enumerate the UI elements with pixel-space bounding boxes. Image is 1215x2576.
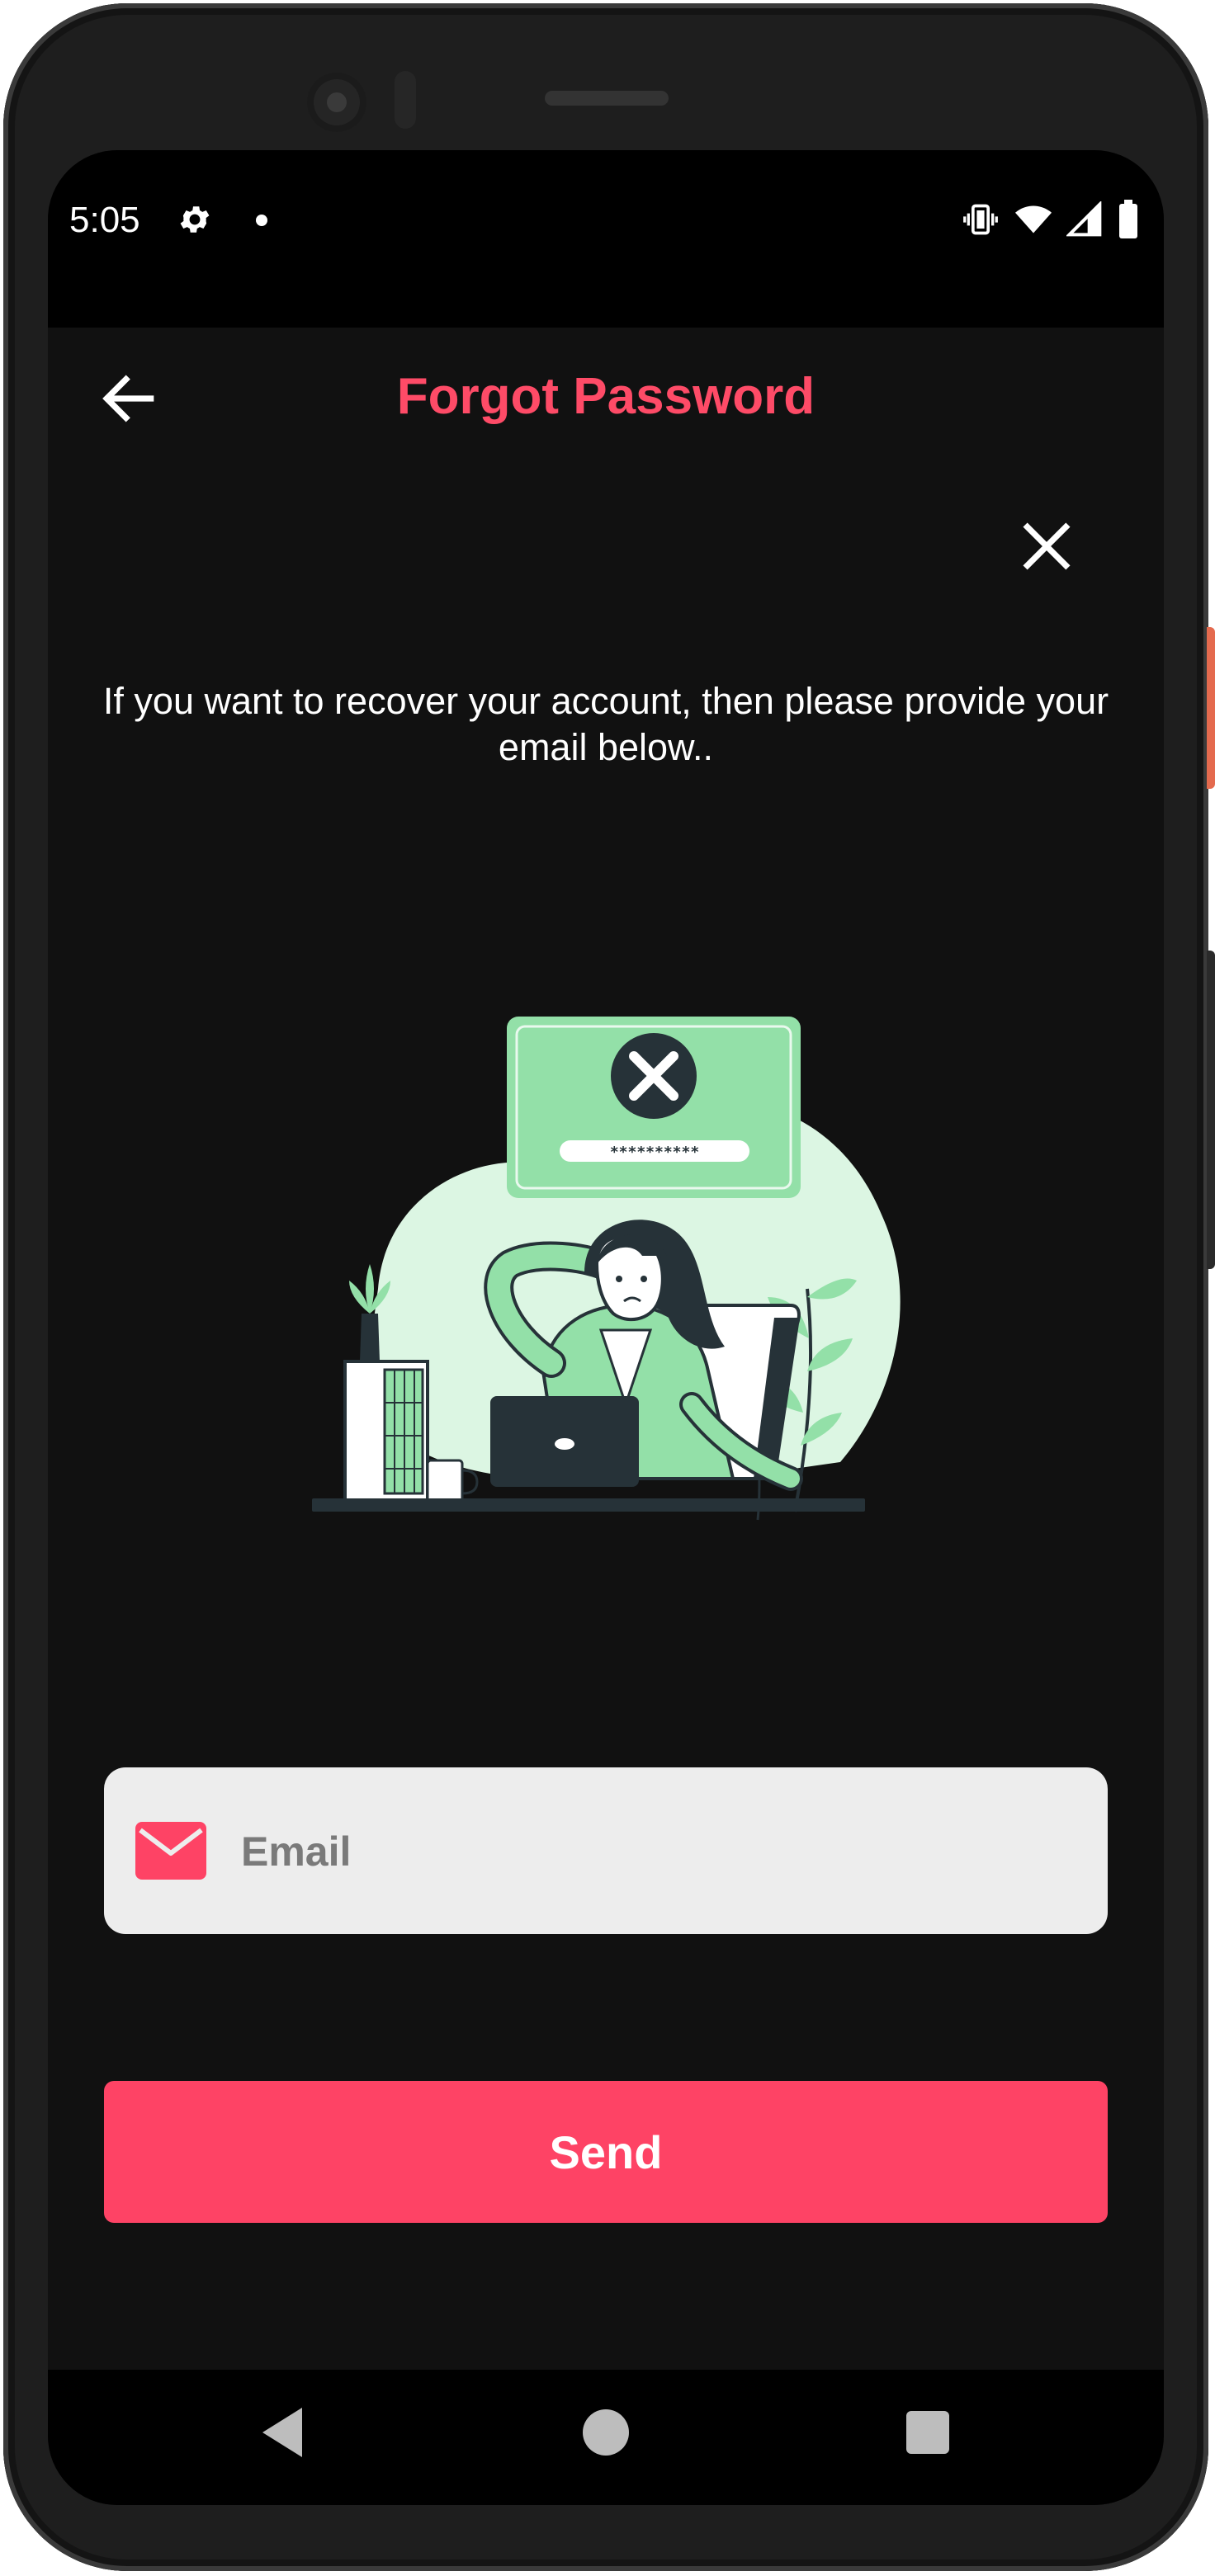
status-time: 5:05	[69, 200, 140, 240]
forgot-password-illustration: **********	[312, 1017, 901, 1521]
wifi-icon	[1015, 205, 1052, 234]
earpiece-speaker	[545, 91, 669, 106]
email-input[interactable]	[239, 1767, 1068, 1936]
screen: 5:05 Forgot Password If you want to reco…	[48, 150, 1164, 2505]
battery-icon	[1119, 200, 1137, 238]
power-button	[1207, 627, 1215, 789]
close-icon[interactable]	[1014, 513, 1080, 579]
vibrate-icon	[963, 204, 998, 235]
email-field[interactable]	[104, 1767, 1108, 1936]
status-icons	[961, 200, 1141, 239]
recovery-prompt: If you want to recover your account, the…	[102, 680, 1109, 768]
illustration-password-mask: **********	[610, 1144, 699, 1161]
nav-home-button[interactable]	[583, 2409, 629, 2456]
send-button[interactable]: Send	[104, 2081, 1108, 2223]
nav-recents-button[interactable]	[906, 2411, 949, 2454]
front-camera	[307, 73, 366, 132]
page-title: Forgot Password	[396, 368, 816, 425]
app-bar: Forgot Password	[48, 328, 1164, 468]
status-bar: 5:05	[48, 150, 1164, 328]
notification-dot	[256, 215, 267, 226]
signal-icon	[1066, 201, 1102, 237]
envelope-icon	[135, 1822, 206, 1880]
nav-back-icon[interactable]	[259, 2404, 309, 2460]
volume-button	[1207, 951, 1215, 1269]
system-nav-bar	[48, 2370, 1164, 2505]
proximity-sensor	[395, 71, 416, 129]
gear-icon	[180, 206, 210, 233]
